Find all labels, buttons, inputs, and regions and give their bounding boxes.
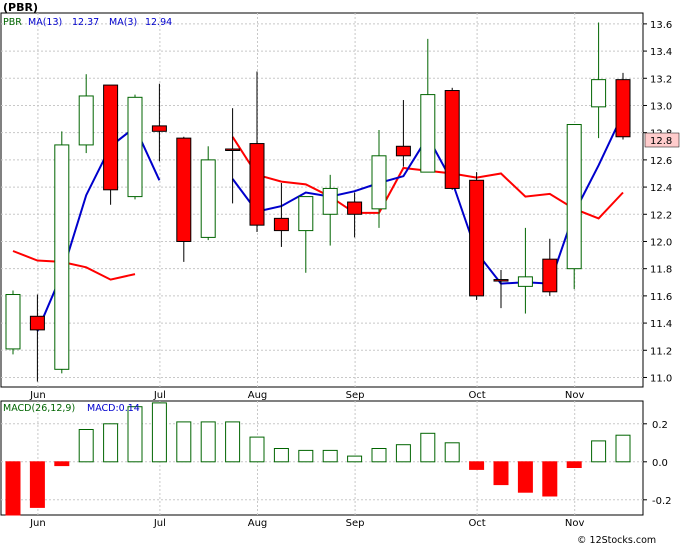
price-y-tick-label: 12.2 bbox=[650, 210, 672, 221]
legend-ma3-label: MA(3) bbox=[109, 17, 137, 28]
candle-body bbox=[493, 279, 509, 282]
macd-bar bbox=[176, 421, 192, 463]
price-y-tick-label: 13.6 bbox=[650, 20, 672, 31]
candle-body bbox=[151, 125, 167, 132]
macd-bar bbox=[395, 444, 411, 463]
chart-title: (PBR) bbox=[3, 1, 38, 14]
price-y-tick-label: 13.4 bbox=[650, 47, 672, 58]
macd-bar bbox=[542, 461, 558, 497]
price-y-tick-label: 11.0 bbox=[650, 373, 672, 384]
watermark: © 12Stocks.com bbox=[577, 535, 656, 546]
candle-body bbox=[542, 258, 558, 293]
price-y-tick-label: 12.0 bbox=[650, 237, 672, 248]
macd-bar bbox=[469, 461, 485, 470]
price-y-tick-label: 13.0 bbox=[650, 101, 672, 112]
macd-bar bbox=[5, 461, 21, 516]
last-price-tag: 12.8 bbox=[644, 132, 680, 148]
candle-body bbox=[54, 144, 70, 370]
macd-legend-value: MACD:0.14 bbox=[87, 403, 140, 414]
macd-bar bbox=[298, 449, 314, 463]
price-x-tick-label: Oct bbox=[468, 390, 485, 401]
candle-body bbox=[371, 155, 387, 210]
macd-bar bbox=[566, 461, 582, 468]
macd-x-tick-label: Sep bbox=[346, 518, 365, 529]
macd-legend-label: MACD(26,12,9) bbox=[3, 403, 75, 414]
macd-bar bbox=[54, 461, 70, 467]
price-legend: PBR MA(13) 12.37 MA(3) 12.94 bbox=[3, 17, 172, 28]
candle-body bbox=[127, 96, 143, 198]
macd-bar bbox=[200, 421, 216, 463]
macd-bar bbox=[371, 448, 387, 463]
price-y-tick-label: 11.2 bbox=[650, 346, 672, 357]
macd-bar bbox=[420, 432, 436, 463]
price-x-tick-label: Sep bbox=[346, 390, 365, 401]
candle-body bbox=[566, 124, 582, 270]
candle-body bbox=[420, 94, 436, 173]
price-x-tick-label: Aug bbox=[248, 390, 268, 401]
candle-body bbox=[395, 145, 411, 157]
macd-bar bbox=[225, 421, 241, 463]
macd-bar bbox=[249, 436, 265, 463]
macd-x-tick-label: Jun bbox=[29, 518, 46, 529]
price-x-tick-label: Nov bbox=[565, 390, 585, 401]
legend-ma3-value: 12.94 bbox=[145, 17, 172, 28]
price-y-tick-label: 11.6 bbox=[650, 292, 672, 303]
macd-y-tick-label: 0.2 bbox=[652, 420, 668, 431]
macd-bar bbox=[78, 429, 94, 463]
macd-legend: MACD(26,12,9) MACD:0.14 bbox=[3, 403, 140, 414]
candle-body bbox=[103, 84, 119, 191]
macd-bar bbox=[493, 461, 509, 486]
macd-bar bbox=[347, 455, 363, 463]
candle-body bbox=[615, 79, 631, 138]
candle-body bbox=[517, 276, 533, 287]
macd-x-tick-label: Oct bbox=[468, 518, 485, 529]
last-price-text: 12.8 bbox=[650, 136, 672, 147]
macd-x-tick-label: Aug bbox=[248, 518, 268, 529]
price-y-tick-label: 11.8 bbox=[650, 265, 672, 276]
candle-body bbox=[78, 95, 94, 146]
macd-y-tick-label: 0.0 bbox=[652, 458, 668, 469]
chart-stage: (PBR) © 12Stocks.com 11.0 11.2 11.4 11.6 11.… bbox=[0, 0, 680, 546]
candle-body bbox=[444, 90, 460, 189]
candle-body bbox=[249, 143, 265, 226]
legend-ma13-label: MA(13) bbox=[28, 17, 62, 28]
macd-bar bbox=[127, 406, 143, 463]
macd-bar bbox=[517, 461, 533, 493]
candle-body bbox=[298, 196, 314, 232]
price-x-tick-label: Jun bbox=[29, 390, 46, 401]
macd-bar bbox=[322, 449, 338, 463]
price-y-tick-label: 11.4 bbox=[650, 319, 672, 330]
candle-body bbox=[29, 315, 45, 331]
candle-body bbox=[591, 79, 607, 108]
macd-bar bbox=[29, 461, 45, 508]
price-y-tick-label: 12.4 bbox=[650, 183, 672, 194]
stock-chart: (PBR) © 12Stocks.com 11.0 11.2 11.4 11.6 11.… bbox=[0, 0, 680, 546]
price-x-tick-label: Jul bbox=[153, 390, 166, 401]
price-y-tick-label: 13.2 bbox=[650, 74, 672, 85]
candle-body bbox=[176, 137, 192, 242]
macd-bar bbox=[273, 448, 289, 463]
candle-body bbox=[273, 217, 289, 232]
macd-bar bbox=[591, 440, 607, 463]
legend-ticker: PBR bbox=[3, 17, 22, 28]
macd-x-tick-label: Nov bbox=[565, 518, 585, 529]
candle-body bbox=[322, 187, 338, 215]
macd-bar bbox=[151, 402, 167, 463]
candle-body bbox=[200, 159, 216, 238]
macd-bar bbox=[444, 442, 460, 463]
candle-body bbox=[469, 179, 485, 297]
macd-bar bbox=[103, 423, 119, 463]
macd-y-tick-label: -0.2 bbox=[652, 496, 672, 507]
price-y-tick-label: 12.6 bbox=[650, 156, 672, 167]
candle-body bbox=[347, 201, 363, 215]
candle-body bbox=[225, 148, 241, 151]
legend-ma13-value: 12.37 bbox=[72, 17, 99, 28]
macd-x-tick-label: Jul bbox=[153, 518, 166, 529]
candle-body bbox=[5, 294, 21, 350]
macd-bar bbox=[615, 434, 631, 463]
